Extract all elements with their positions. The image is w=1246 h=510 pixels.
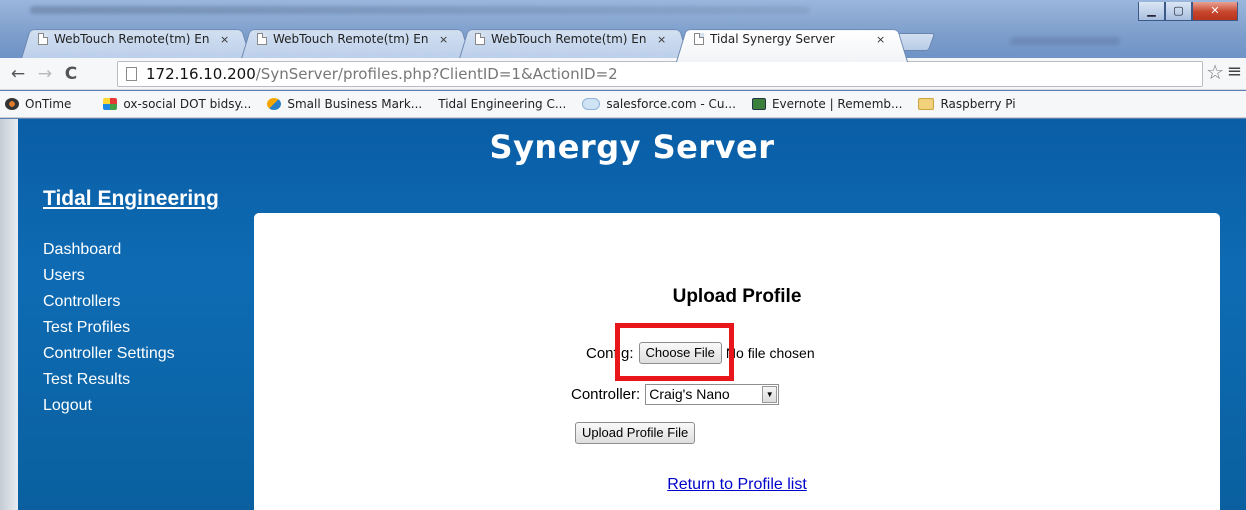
nav-item-users[interactable]: Users: [43, 267, 175, 293]
folder-icon: [918, 98, 935, 110]
small-business-icon: [267, 98, 282, 110]
url-host: 172.16.10.200: [146, 65, 256, 83]
submit-row: Upload Profile File: [575, 422, 696, 444]
file-status: No file chosen: [725, 345, 815, 361]
tab-label-3: WebTouch Remote(tm) En ×: [475, 29, 671, 49]
bookmark-star-icon[interactable]: ☆: [1206, 60, 1224, 84]
blurred-tab-region: [1010, 37, 1120, 45]
salesforce-icon: [582, 98, 601, 110]
tab-close-icon[interactable]: ×: [220, 33, 229, 46]
page-icon: [257, 33, 267, 45]
browser-toolbar: ← → C 172.16.10.200/SynServer/profiles.p…: [0, 58, 1246, 90]
bookmark-evernote[interactable]: Evernote | Rememb...: [751, 97, 902, 111]
controller-row: Controller: Craig's Nano ▼: [571, 384, 780, 405]
menu-icon[interactable]: ≡: [1227, 61, 1242, 82]
tab-close-icon[interactable]: ×: [876, 33, 885, 46]
nav-item-test-profiles[interactable]: Test Profiles: [43, 319, 175, 345]
tab-close-icon[interactable]: ×: [657, 33, 666, 46]
page-icon: [694, 33, 704, 45]
nav-item-logout[interactable]: Logout: [43, 397, 175, 423]
content-panel: Upload Profile Config: Choose File No fi…: [254, 213, 1220, 510]
window-left-edge: [0, 119, 18, 510]
bookmark-tidal-engineering[interactable]: Tidal Engineering C...: [18, 97, 566, 223]
close-window-button[interactable]: ✕: [1192, 2, 1238, 21]
bookmark-raspberry-pi[interactable]: Raspberry Pi: [918, 97, 1016, 111]
ox-social-icon: [103, 98, 118, 110]
tab-label-2: WebTouch Remote(tm) En ×: [257, 29, 453, 49]
tab-label-1: WebTouch Remote(tm) En ×: [38, 29, 234, 49]
tab-close-icon[interactable]: ×: [439, 33, 448, 46]
forward-arrow-icon[interactable]: →: [34, 63, 56, 85]
config-row: Config: Choose File No file chosen: [586, 342, 815, 364]
bookmarks-bar: OnTime ox-social DOT bidsy... Small Busi…: [0, 91, 1246, 223]
titlebar-blurred-text: [30, 6, 810, 14]
controller-label: Controller:: [571, 386, 641, 403]
maximize-button[interactable]: ▢: [1165, 2, 1192, 21]
window-controls: ▁ ▢ ✕: [1138, 2, 1238, 21]
nav-item-dashboard[interactable]: Dashboard: [43, 241, 175, 267]
controller-select[interactable]: Craig's Nano ▼: [645, 384, 780, 405]
dropdown-arrow-icon[interactable]: ▼: [762, 386, 778, 403]
nav-item-controller-settings[interactable]: Controller Settings: [43, 345, 175, 371]
return-to-profile-list-link[interactable]: Return to Profile list: [254, 476, 1220, 494]
site-title: Synergy Server: [489, 128, 775, 166]
tab-label-active: Tidal Synergy Server ×: [694, 29, 890, 49]
evernote-icon: [751, 98, 766, 110]
page-icon: [475, 33, 485, 45]
bookmark-ox-social[interactable]: ox-social DOT bidsy...: [103, 97, 251, 111]
back-arrow-icon[interactable]: ←: [7, 63, 29, 85]
page-icon: [38, 33, 48, 45]
bookmark-salesforce[interactable]: salesforce.com - Cu...: [582, 97, 736, 111]
brand-link[interactable]: Tidal Engineering: [43, 187, 219, 211]
bookmark-ontime[interactable]: OnTime: [5, 97, 71, 111]
upload-profile-button[interactable]: Upload Profile File: [575, 422, 696, 444]
nav-item-test-results[interactable]: Test Results: [43, 371, 175, 397]
ontime-icon: [5, 98, 19, 110]
minimize-button[interactable]: ▁: [1138, 2, 1165, 21]
reload-icon[interactable]: C: [60, 63, 82, 85]
page-title: Upload Profile: [672, 286, 802, 307]
web-page: Synergy Server Tidal Engineering Dashboa…: [18, 119, 1246, 510]
bookmark-small-business[interactable]: Small Business Mark...: [267, 97, 422, 111]
config-label: Config:: [586, 344, 634, 362]
sidebar-nav: Dashboard Users Controllers Test Profile…: [43, 241, 175, 423]
page-icon: [126, 67, 137, 81]
url-path: /SynServer/profiles.php?ClientID=1&Actio…: [255, 65, 618, 83]
nav-item-controllers[interactable]: Controllers: [43, 293, 175, 319]
choose-file-button[interactable]: Choose File: [638, 342, 722, 364]
address-bar[interactable]: 172.16.10.200/SynServer/profiles.php?Cli…: [117, 61, 1203, 87]
